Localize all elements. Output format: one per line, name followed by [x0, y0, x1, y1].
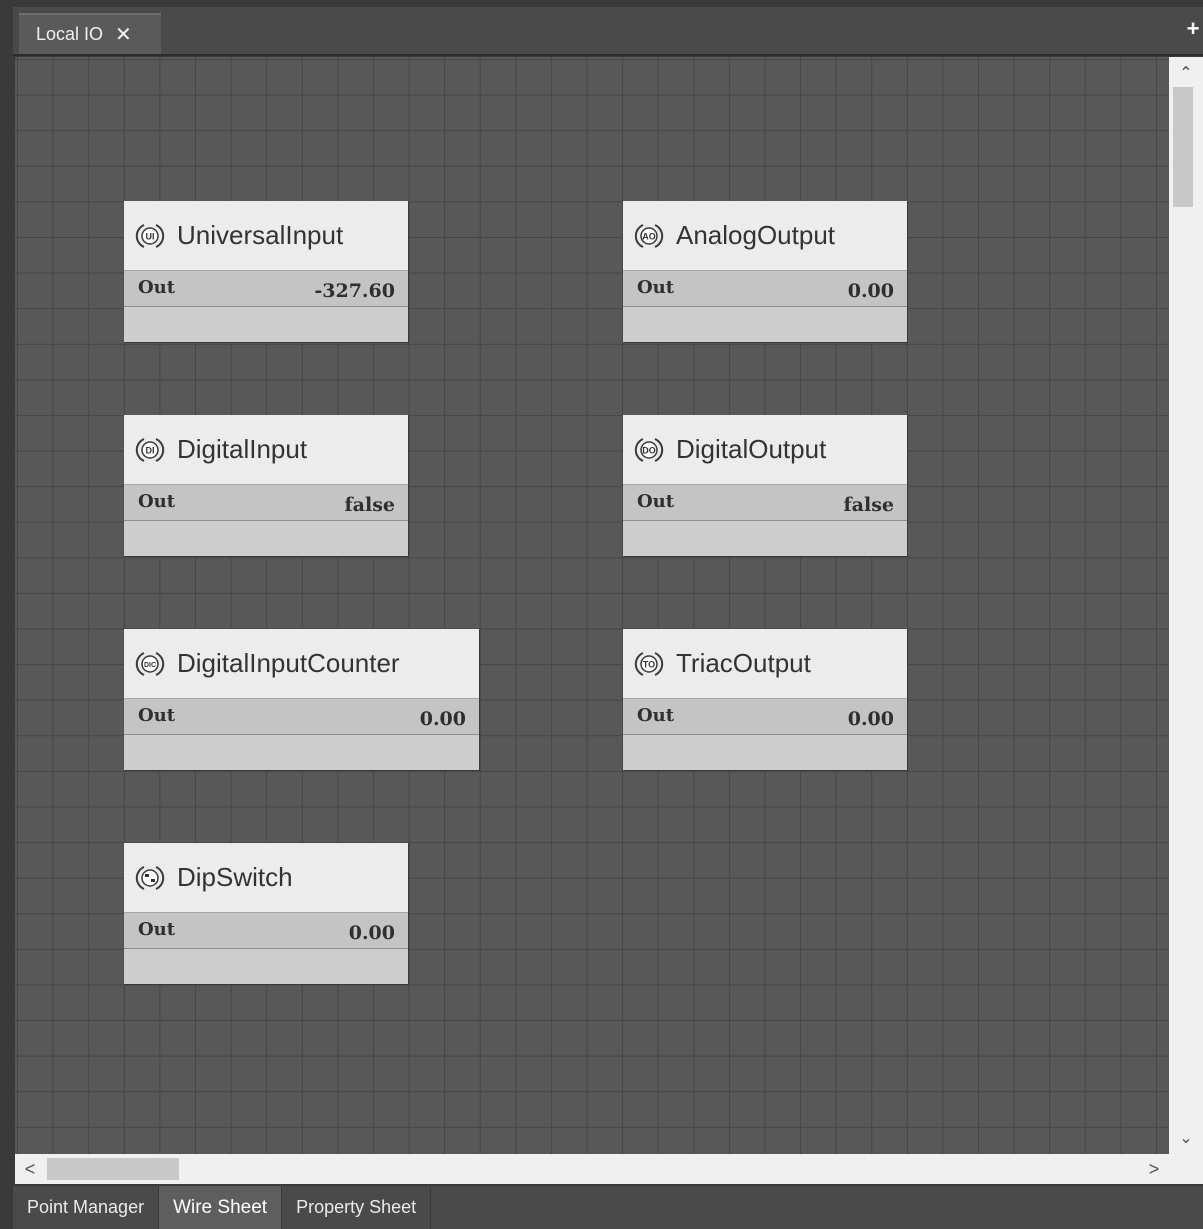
slot-name: Out — [138, 919, 176, 940]
digital-input-counter-icon: DIC — [135, 651, 165, 676]
analog-output-icon: AO — [634, 223, 664, 248]
block-title: DigitalInputCounter — [177, 648, 400, 678]
component-block-digital-output[interactable]: DO DigitalOutput Out false — [623, 415, 907, 556]
block-header[interactable]: TO TriacOutput — [623, 629, 907, 699]
view-tab-bar: Point Manager Wire Sheet Property Sheet — [13, 1186, 1203, 1229]
block-header[interactable]: DipSwitch — [124, 843, 408, 913]
slot-name: Out — [138, 277, 176, 298]
component-block-universal-input[interactable]: UI UniversalInput Out -327.60 — [124, 201, 408, 342]
badge-label: TO — [643, 659, 655, 669]
document-tab-bar: Local IO ✕ + — [13, 7, 1203, 56]
slot-name: Out — [637, 705, 675, 726]
slot-row-out[interactable]: Out 0.00 — [623, 271, 907, 307]
wire-sheet-window: Local IO ✕ + UI UniversalInput Out -327.… — [0, 0, 1203, 1229]
horizontal-scroll-thumb[interactable] — [47, 1158, 179, 1180]
badge-label: DIC — [144, 662, 156, 669]
block-title: DigitalInput — [177, 434, 308, 464]
slot-row-out[interactable]: Out -327.60 — [124, 271, 408, 307]
plus-icon[interactable]: + — [1183, 17, 1203, 41]
tab-label: Wire Sheet — [173, 1196, 268, 1218]
slot-value: 0.00 — [847, 280, 894, 302]
block-title: UniversalInput — [177, 220, 344, 250]
tab-wire-sheet[interactable]: Wire Sheet — [159, 1186, 283, 1229]
badge-label: AO — [642, 231, 656, 241]
slot-value: false — [843, 494, 895, 516]
scroll-down-icon[interactable]: ⌄ — [1169, 1126, 1203, 1152]
slot-value: 0.00 — [419, 708, 466, 730]
component-block-dip-switch[interactable]: DipSwitch Out 0.00 — [124, 843, 408, 984]
badge-label: DO — [642, 445, 656, 455]
block-title: AnalogOutput — [676, 220, 836, 250]
component-block-analog-output[interactable]: AO AnalogOutput Out 0.00 — [623, 201, 907, 342]
dip-switch-icon — [135, 865, 165, 890]
tab-local-io[interactable]: Local IO ✕ — [19, 13, 161, 54]
slot-row-out[interactable]: Out 0.00 — [124, 699, 479, 735]
block-title: TriacOutput — [676, 648, 811, 678]
slot-value: 0.00 — [847, 708, 894, 730]
slot-value: 0.00 — [348, 922, 395, 944]
block-header[interactable]: UI UniversalInput — [124, 201, 408, 271]
component-block-triac-output[interactable]: TO TriacOutput Out 0.00 — [623, 629, 907, 770]
vertical-scrollbar[interactable]: ⌃ ⌄ — [1169, 57, 1203, 1154]
slot-row-out[interactable]: Out 0.00 — [623, 699, 907, 735]
tab-property-sheet[interactable]: Property Sheet — [282, 1186, 432, 1229]
badge-label: UI — [146, 231, 155, 241]
tab-title: Local IO — [36, 24, 104, 44]
block-header[interactable]: AO AnalogOutput — [623, 201, 907, 271]
scrollbar-corner — [1169, 1154, 1203, 1184]
slot-row-out[interactable]: Out false — [623, 485, 907, 521]
digital-input-icon: DI — [135, 437, 165, 462]
digital-output-icon: DO — [634, 437, 664, 462]
scroll-left-icon[interactable]: < — [17, 1154, 43, 1184]
badge-label: DI — [146, 445, 155, 455]
tab-point-manager[interactable]: Point Manager — [13, 1186, 160, 1229]
component-block-digital-input[interactable]: DI DigitalInput Out false — [124, 415, 408, 556]
slot-row-out[interactable]: Out false — [124, 485, 408, 521]
close-icon[interactable]: ✕ — [115, 25, 132, 45]
block-title: DipSwitch — [177, 862, 293, 892]
block-header[interactable]: DI DigitalInput — [124, 415, 408, 485]
universal-input-icon: UI — [135, 223, 165, 248]
slot-name: Out — [637, 491, 675, 512]
triac-output-icon: TO — [634, 651, 664, 676]
slot-row-out[interactable]: Out 0.00 — [124, 913, 408, 949]
wire-sheet-canvas[interactable]: UI UniversalInput Out -327.60 AO AnalogO… — [15, 57, 1169, 1154]
tab-label: Point Manager — [27, 1197, 145, 1217]
slot-name: Out — [138, 705, 176, 726]
scroll-right-icon[interactable]: > — [1141, 1154, 1167, 1184]
block-header[interactable]: DO DigitalOutput — [623, 415, 907, 485]
component-block-digital-input-counter[interactable]: DIC DigitalInputCounter Out 0.00 — [124, 629, 479, 770]
scroll-up-icon[interactable]: ⌃ — [1169, 61, 1203, 87]
block-header[interactable]: DIC DigitalInputCounter — [124, 629, 479, 699]
horizontal-scrollbar[interactable]: < > — [15, 1154, 1169, 1184]
slot-value: -327.60 — [314, 280, 395, 302]
slot-name: Out — [637, 277, 675, 298]
block-title: DigitalOutput — [676, 434, 827, 464]
tab-label: Property Sheet — [296, 1197, 417, 1217]
slot-name: Out — [138, 491, 176, 512]
slot-value: false — [344, 494, 396, 516]
vertical-scroll-thumb[interactable] — [1173, 87, 1193, 207]
